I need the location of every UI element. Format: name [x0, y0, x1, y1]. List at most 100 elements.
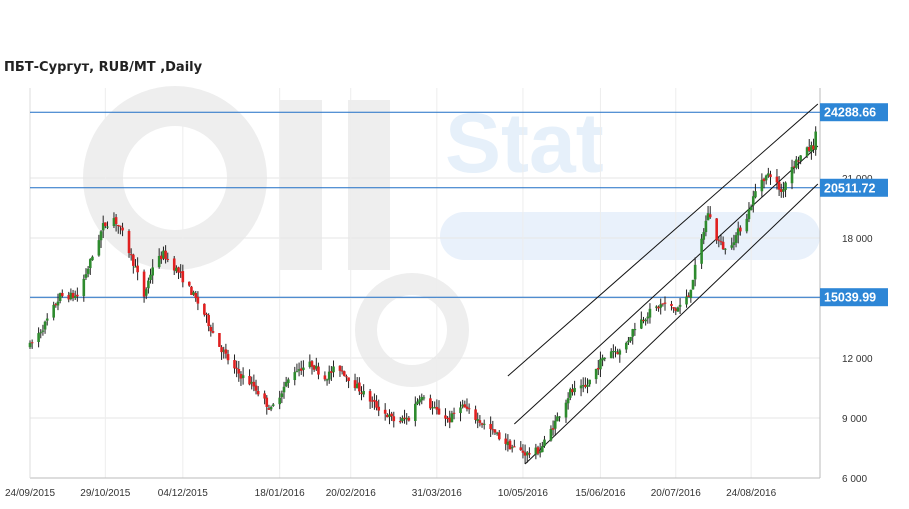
- candle-down: [207, 315, 210, 327]
- candle-up: [144, 289, 148, 296]
- level-label: 20511.72: [824, 181, 875, 195]
- candle-up: [734, 235, 738, 243]
- candle-down: [187, 281, 191, 286]
- candle-up: [422, 397, 426, 399]
- candle-up: [564, 402, 568, 418]
- candle-down: [209, 326, 213, 332]
- candle-down: [166, 258, 170, 260]
- candle-down: [345, 376, 348, 378]
- candle-down: [513, 446, 516, 448]
- candle-up: [459, 407, 462, 414]
- candle-up: [88, 259, 92, 269]
- x-tick-label: 24/08/2016: [726, 488, 776, 499]
- candle-down: [398, 421, 402, 423]
- candle-up: [241, 375, 245, 379]
- candle-down: [177, 267, 180, 273]
- candle-up: [52, 304, 55, 318]
- watermark-l-shape: [348, 100, 390, 270]
- candle-up: [414, 403, 417, 421]
- candle-up: [659, 304, 663, 308]
- candle-down: [164, 250, 167, 260]
- x-axis-labels: 24/09/2015 29/10/2015 04/12/2015 18/01/2016…: [5, 488, 777, 499]
- candle-up: [723, 248, 727, 250]
- candle-up: [691, 279, 695, 290]
- candle-up: [450, 413, 454, 423]
- candle-down: [383, 409, 387, 414]
- candle-down: [114, 217, 118, 225]
- candle-down: [663, 302, 667, 304]
- candle-down: [265, 397, 269, 407]
- candle-up: [678, 304, 682, 307]
- candle-down: [256, 390, 260, 395]
- candle-up: [760, 179, 764, 192]
- candle-down: [121, 227, 124, 231]
- candle-down: [347, 377, 350, 382]
- level-label: 15039.99: [824, 291, 876, 305]
- candle-down: [377, 406, 381, 411]
- x-tick-label: 20/02/2016: [326, 488, 376, 499]
- candle-up: [269, 406, 273, 410]
- candle-up: [82, 278, 86, 296]
- candle-down: [519, 447, 523, 451]
- candle-up: [573, 387, 576, 393]
- candle-up: [99, 231, 103, 241]
- candle-up: [325, 379, 329, 381]
- candle-down: [717, 239, 721, 241]
- price-chart[interactable]: Stat 6 0009 00012 00015 00018 00021 000 …: [0, 0, 909, 509]
- candle-down: [237, 369, 241, 374]
- price-levels: [30, 111, 820, 298]
- candle-down: [437, 408, 441, 415]
- candle-up: [799, 155, 802, 161]
- candle-up: [693, 264, 697, 280]
- candle-up: [627, 340, 630, 343]
- candle-up: [814, 131, 817, 150]
- candle-up: [41, 330, 45, 332]
- level-label: 24288.66: [824, 106, 876, 120]
- candle-down: [497, 432, 501, 440]
- candle-down: [119, 225, 122, 227]
- candle-up: [28, 342, 32, 348]
- candle-down: [196, 296, 200, 304]
- candle-down: [30, 342, 34, 344]
- candle-up: [280, 393, 284, 398]
- candle-up: [86, 268, 90, 274]
- candle-up: [633, 328, 637, 331]
- candle-down: [127, 230, 131, 254]
- candle-up: [39, 332, 43, 334]
- candle-down: [493, 429, 497, 433]
- candle-up: [271, 404, 275, 406]
- candle-down: [181, 271, 185, 283]
- candle-up: [541, 446, 544, 453]
- x-tick-label: 04/12/2015: [158, 488, 208, 499]
- candle-up: [282, 386, 286, 393]
- x-tick-label: 10/05/2016: [498, 488, 548, 499]
- candle-down: [233, 360, 236, 369]
- candle-up: [614, 351, 617, 353]
- candle-down: [211, 331, 215, 333]
- candle-down: [390, 413, 393, 417]
- candle-up: [704, 220, 708, 233]
- candle-up: [784, 182, 787, 190]
- x-tick-label: 18/01/2016: [255, 488, 305, 499]
- candle-up: [629, 336, 632, 341]
- candle-up: [745, 218, 749, 232]
- candle-up: [549, 428, 553, 441]
- candle-down: [224, 349, 228, 354]
- candle-up: [287, 379, 290, 384]
- candle-up: [566, 398, 570, 404]
- candle-up: [624, 342, 628, 350]
- candle-up: [278, 397, 282, 405]
- candle-up: [747, 209, 751, 220]
- candle-up: [754, 191, 757, 198]
- candle-up: [45, 318, 49, 321]
- candle-down: [739, 227, 742, 232]
- candle-down: [670, 303, 673, 306]
- candle-down: [467, 408, 471, 410]
- candle-down: [407, 417, 411, 421]
- watermark-text: Stat: [445, 96, 604, 190]
- candle-up: [293, 372, 297, 381]
- candle-down: [254, 385, 258, 391]
- level-labels: 24288.66 20511.72 15039.99: [820, 103, 888, 307]
- candle-down: [136, 265, 139, 273]
- candle-down: [474, 409, 477, 420]
